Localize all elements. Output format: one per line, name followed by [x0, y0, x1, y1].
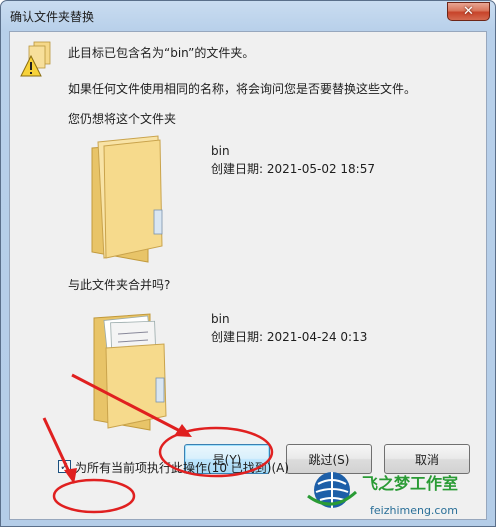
watermark-brand: 飞之梦工作室	[362, 474, 459, 493]
folder-warning-icon	[20, 41, 51, 77]
message-line-3: 您仍想将这个文件夹	[68, 112, 177, 126]
message-line-1: 此目标已包含名为“bin”的文件夹。	[68, 46, 255, 60]
source-folder-date: 创建日期: 2021-04-24 0:13	[211, 330, 368, 344]
message-line-2: 如果任何文件使用相同的名称，将会询问您是否要替换这些文件。	[68, 82, 417, 96]
checkmark-icon: ✓	[59, 460, 70, 473]
apply-all-checkbox[interactable]: ✓	[58, 460, 71, 473]
close-icon: ✕	[463, 4, 474, 19]
watermark-url: feizhimeng.com	[370, 504, 458, 517]
merge-prompt: 与此文件夹合并吗?	[68, 278, 171, 292]
close-button[interactable]: ✕	[447, 2, 490, 21]
title-bar[interactable]: 确认文件夹替换 ✕	[1, 1, 495, 31]
window-title: 确认文件夹替换	[10, 10, 95, 24]
target-folder-name: bin	[211, 144, 230, 158]
dialog-body: 此目标已包含名为“bin”的文件夹。 如果任何文件使用相同的名称，将会询问您是否…	[9, 31, 487, 520]
source-folder-name: bin	[211, 312, 230, 326]
target-folder-date: 创建日期: 2021-05-02 18:57	[211, 162, 375, 176]
source-folder-icon	[93, 313, 167, 431]
apply-all-label[interactable]: 为所有当前项执行此操作(10 已找到)(A)	[75, 459, 289, 476]
globe-logo-icon	[307, 472, 358, 508]
target-folder-icon	[91, 135, 163, 263]
dialog-window: 确认文件夹替换 ✕ 此目标已包含名为“bin”的文件夹。 如果任何文件使用相同的…	[0, 0, 496, 527]
